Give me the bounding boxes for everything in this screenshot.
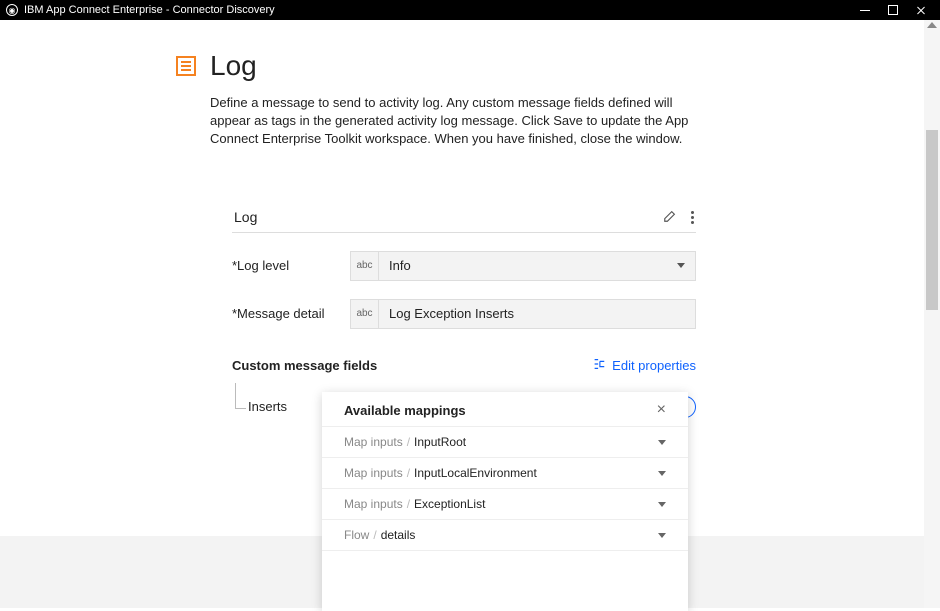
mapping-name: InputLocalEnvironment: [414, 466, 537, 480]
mappings-title: Available mappings: [344, 403, 466, 418]
log-icon: [176, 56, 196, 76]
chevron-down-icon: [658, 533, 666, 538]
chevron-down-icon: [658, 440, 666, 445]
page-description: Define a message to send to activity log…: [210, 94, 710, 149]
scroll-thumb[interactable]: [926, 130, 938, 310]
app-icon: ◉: [6, 4, 18, 16]
mapping-category: Map inputs: [344, 497, 403, 511]
window-close-button[interactable]: [916, 5, 926, 15]
mapping-name: InputRoot: [414, 435, 466, 449]
message-detail-field[interactable]: Log Exception Inserts: [378, 299, 696, 329]
log-level-select[interactable]: Info: [378, 251, 696, 281]
message-detail-value: Log Exception Inserts: [389, 306, 514, 321]
tree-connector-icon: [232, 393, 248, 421]
edit-icon[interactable]: [663, 209, 677, 226]
available-mappings-popover: Available mappings × Map inputs/InputRoo…: [322, 392, 688, 611]
chevron-down-icon: [658, 471, 666, 476]
message-detail-label: *Message detail: [232, 306, 350, 321]
mapping-row[interactable]: Map inputs/InputRoot: [322, 426, 688, 457]
mapping-category: Flow: [344, 528, 369, 542]
edit-properties-label: Edit properties: [612, 358, 696, 373]
edit-properties-link[interactable]: Edit properties: [592, 357, 696, 374]
edit-properties-icon: [592, 357, 606, 374]
vertical-scrollbar[interactable]: [924, 20, 940, 608]
mapping-row[interactable]: Flow/details: [322, 519, 688, 551]
log-level-label: *Log level: [232, 258, 350, 273]
mapping-category: Map inputs: [344, 466, 403, 480]
window-title: IBM App Connect Enterprise - Connector D…: [24, 4, 275, 16]
page-title: Log: [210, 50, 257, 82]
chevron-down-icon: [677, 263, 685, 268]
window-minimize-button[interactable]: [860, 5, 870, 15]
mapping-name: ExceptionList: [414, 497, 485, 511]
custom-fields-title: Custom message fields: [232, 358, 377, 373]
mapping-row[interactable]: Map inputs/ExceptionList: [322, 488, 688, 519]
mapping-row[interactable]: Map inputs/InputLocalEnvironment: [322, 457, 688, 488]
chevron-down-icon: [658, 502, 666, 507]
mapping-category: Map inputs: [344, 435, 403, 449]
log-level-value: Info: [389, 258, 411, 273]
message-detail-type-hint: abc: [350, 299, 378, 329]
mapping-name: details: [381, 528, 416, 542]
kebab-menu-icon[interactable]: [691, 211, 694, 224]
inserts-label: Inserts: [248, 399, 287, 414]
window-maximize-button[interactable]: [888, 5, 898, 15]
scroll-up-arrow-icon[interactable]: [927, 22, 937, 28]
log-level-type-hint: abc: [350, 251, 378, 281]
panel-title: Log: [234, 209, 257, 225]
close-icon[interactable]: ×: [657, 402, 666, 418]
window-titlebar: ◉ IBM App Connect Enterprise - Connector…: [0, 0, 940, 20]
